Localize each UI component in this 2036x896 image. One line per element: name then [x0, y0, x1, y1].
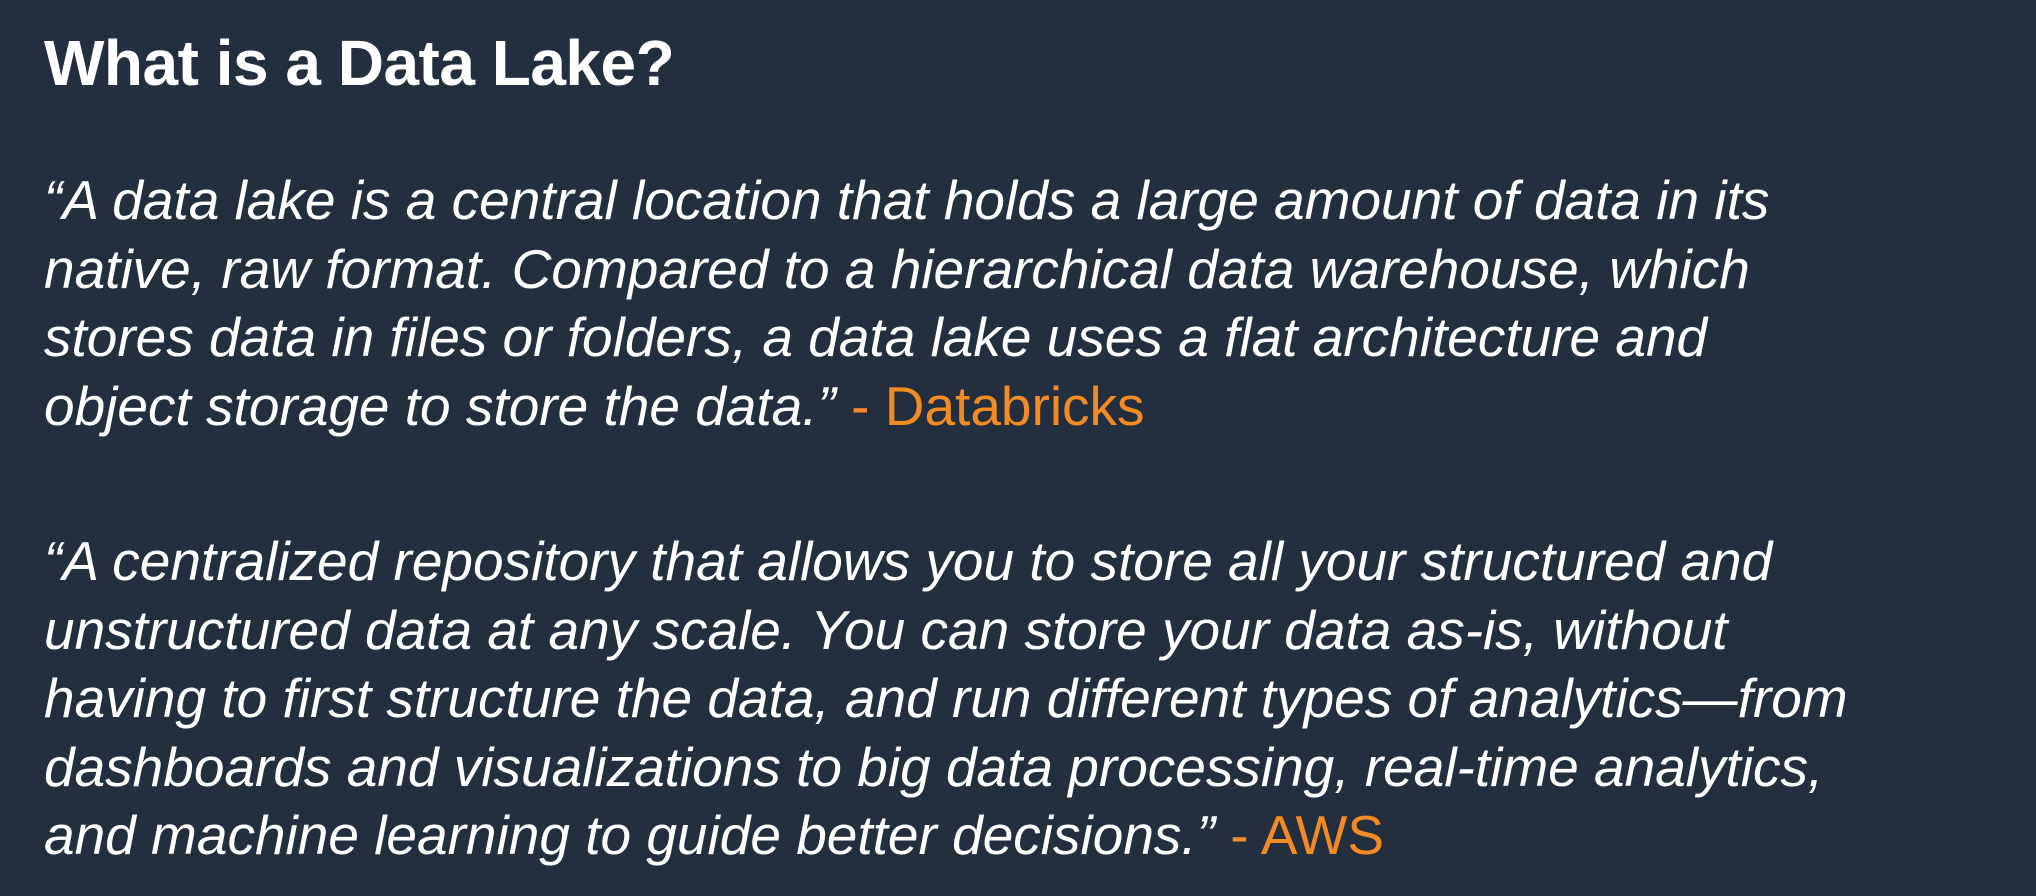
quote-line: native, raw format. Compared to a hierar…: [44, 237, 1750, 300]
aws-quote: “A centralized repository that allows yo…: [44, 527, 2034, 870]
quote-line: object storage to store the data.”: [44, 374, 836, 437]
quote-attribution-databricks: - Databricks: [851, 374, 1145, 437]
slide: What is a Data Lake? “A data lake is a c…: [0, 0, 2036, 896]
quote-line-with-attribution: and machine learning to guide better dec…: [44, 801, 2034, 870]
databricks-quote: “A data lake is a central location that …: [44, 166, 2034, 440]
quote-line-with-attribution: object storage to store the data.” - Dat…: [44, 372, 2034, 441]
quote-line: dashboards and visualizations to big dat…: [44, 735, 1824, 798]
quote-attribution-aws: - AWS: [1230, 804, 1385, 866]
quote-line: having to first structure the data, and …: [44, 667, 1848, 729]
quote-line: and machine learning to guide better dec…: [44, 804, 1216, 866]
quote-line: “A data lake is a central location that …: [44, 169, 1770, 231]
quote-line: stores data in files or folders, a data …: [44, 306, 1708, 368]
slide-title: What is a Data Lake?: [44, 27, 675, 99]
quote-line: unstructured data at any scale. You can …: [44, 598, 1728, 661]
quote-line: “A centralized repository that allows yo…: [44, 530, 1773, 592]
